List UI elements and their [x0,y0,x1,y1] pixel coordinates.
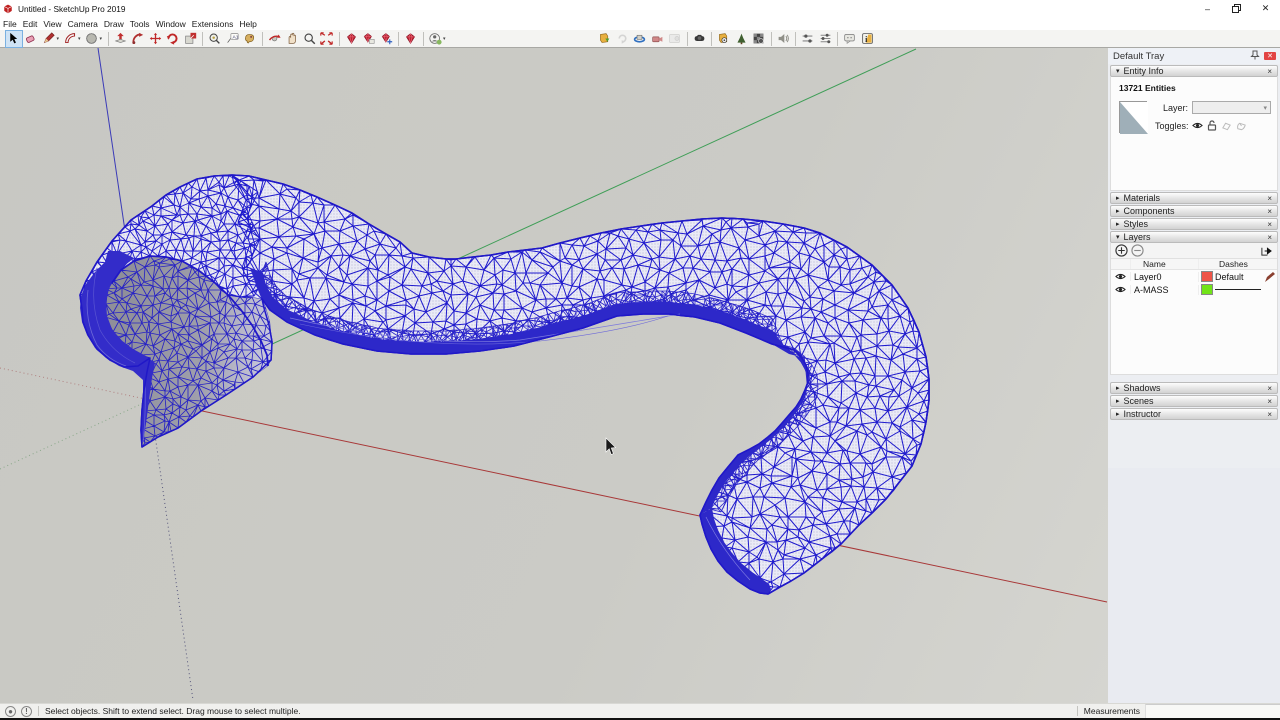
svg-text:A1: A1 [232,35,238,41]
